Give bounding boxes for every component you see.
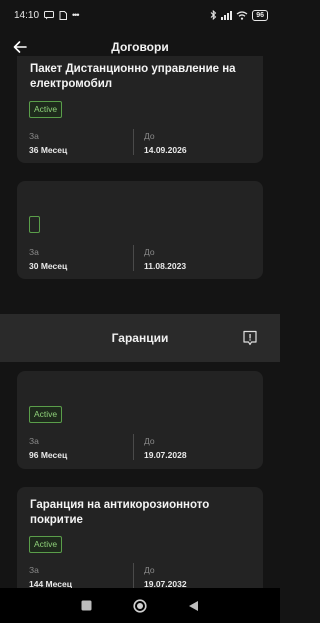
bluetooth-icon xyxy=(210,10,217,20)
wifi-icon xyxy=(236,10,248,20)
warranty-card[interactable]: Гаранция на антикорозионното покритие Ac… xyxy=(17,487,263,597)
duration-field: За 96 Месец xyxy=(29,436,67,461)
end-date-label: До xyxy=(144,131,155,141)
sim-icon xyxy=(59,10,68,20)
end-date-value: 19.07.2028 xyxy=(144,450,187,460)
status-badge xyxy=(29,216,40,233)
end-date-value: 11.08.2023 xyxy=(144,261,187,271)
duration-field: За 30 Месец xyxy=(29,247,67,272)
warranty-card[interactable]: Active За 96 Месец До 19.07.2028 xyxy=(17,371,263,469)
more-dots-icon: ••• xyxy=(72,10,80,20)
warranty-title: Гаранция на антикорозионното покритие xyxy=(30,499,210,526)
duration-value: 96 Месец xyxy=(29,450,68,460)
back-button[interactable] xyxy=(10,37,30,57)
warranties-section-header: Гаранции xyxy=(0,314,280,362)
status-right: 96 xyxy=(210,9,268,21)
duration-label: За xyxy=(29,131,39,141)
duration-label: За xyxy=(29,247,39,257)
message-icon xyxy=(44,10,55,19)
back-arrow-icon xyxy=(13,41,27,53)
contract-title: Пакет Дистанционно управление на електро… xyxy=(30,63,236,90)
page-title: Договори xyxy=(111,40,169,54)
end-date-field: До 19.07.2028 xyxy=(144,436,187,461)
field-divider xyxy=(133,129,134,155)
end-date-label: До xyxy=(144,436,155,446)
circle-home-icon[interactable] xyxy=(133,598,147,613)
status-bar: 14:10 ••• 96 xyxy=(0,0,280,30)
end-date-field: До 14.09.2026 xyxy=(144,131,187,156)
section-title: Гаранции xyxy=(111,331,169,345)
contract-card[interactable]: Пакет Дистанционно управление на електро… xyxy=(17,56,263,163)
end-date-label: До xyxy=(144,247,155,257)
status-badge: Active xyxy=(29,101,63,118)
status-time: 14:10 xyxy=(14,9,40,21)
field-divider xyxy=(133,563,134,589)
contract-card[interactable]: За 30 Месец До 11.08.2023 xyxy=(17,181,263,279)
end-date-label: До xyxy=(144,565,155,575)
end-date-field: До 19.07.2032 xyxy=(144,565,187,590)
duration-label: За xyxy=(29,565,39,575)
duration-value: 30 Месец xyxy=(29,261,68,271)
system-nav-bar xyxy=(0,588,280,623)
duration-field: За 36 Месец xyxy=(29,131,67,156)
field-divider xyxy=(133,245,134,271)
info-icon[interactable] xyxy=(242,330,258,346)
field-divider xyxy=(133,434,134,460)
square-icon[interactable] xyxy=(81,600,92,611)
status-badge: Active xyxy=(29,536,63,553)
end-date-value: 14.09.2026 xyxy=(144,145,187,155)
duration-label: За xyxy=(29,436,39,446)
end-date-field: До 11.08.2023 xyxy=(144,247,186,272)
status-left: 14:10 ••• xyxy=(14,9,80,21)
signal-icon xyxy=(221,10,233,20)
triangle-back-icon[interactable] xyxy=(188,600,199,612)
duration-field: За 144 Месец xyxy=(29,565,72,590)
duration-value: 36 Месец xyxy=(29,145,68,155)
battery-indicator: 96 xyxy=(252,9,268,21)
status-badge: Active xyxy=(29,406,63,423)
